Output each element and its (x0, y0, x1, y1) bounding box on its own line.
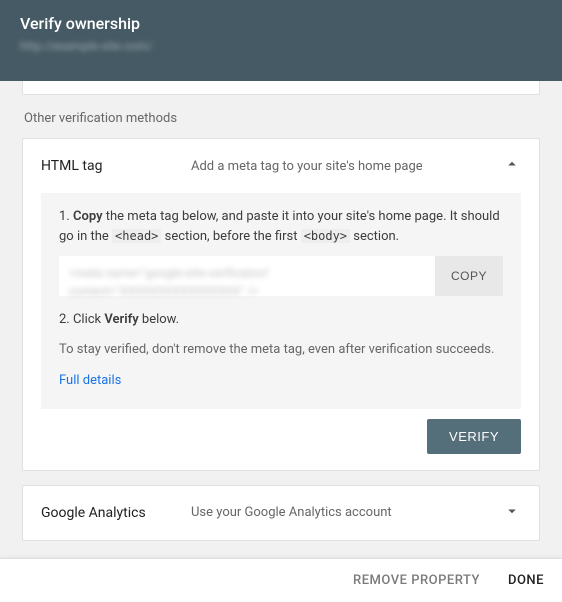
meta-tag-row: <meta name="google-site-verification" co… (59, 256, 503, 296)
card-body-html-tag: 1. Copy the meta tag below, and paste it… (41, 193, 521, 409)
full-details-link[interactable]: Full details (59, 373, 121, 388)
card-title: Google Analytics (41, 505, 191, 521)
verification-note: To stay verified, don't remove the meta … (59, 340, 503, 360)
remove-property-button[interactable]: REMOVE PROPERTY (353, 573, 480, 588)
section-heading: Other verification methods (24, 111, 540, 126)
verify-button[interactable]: VERIFY (427, 419, 521, 454)
copy-button[interactable]: COPY (435, 256, 503, 296)
card-description: Use your Google Analytics account (191, 505, 503, 520)
meta-tag-input[interactable]: <meta name="google-site-verification" co… (59, 256, 435, 296)
dialog-footer: REMOVE PROPERTY DONE (0, 558, 562, 602)
dialog-subtitle: http://example-site.com/ (20, 39, 542, 53)
step-2: 2. Click Verify below. (59, 310, 503, 330)
card-title: HTML tag (41, 158, 191, 174)
dialog-header: Verify ownership http://example-site.com… (0, 0, 562, 81)
card-header-analytics[interactable]: Google Analytics Use your Google Analyti… (23, 486, 539, 540)
dialog-body: Other verification methods HTML tag Add … (0, 81, 562, 558)
card-header-html-tag[interactable]: HTML tag Add a meta tag to your site's h… (23, 139, 539, 193)
dialog-title: Verify ownership (20, 14, 542, 33)
chevron-up-icon (503, 155, 521, 177)
step-1: 1. Copy the meta tag below, and paste it… (59, 207, 503, 246)
method-card-html-tag: HTML tag Add a meta tag to your site's h… (22, 138, 540, 471)
card-description: Add a meta tag to your site's home page (191, 159, 503, 174)
method-card-analytics: Google Analytics Use your Google Analyti… (22, 485, 540, 541)
chevron-down-icon (503, 502, 521, 524)
verify-row: VERIFY (23, 415, 539, 470)
done-button[interactable]: DONE (508, 573, 544, 588)
collapsed-card-stub (22, 81, 540, 95)
